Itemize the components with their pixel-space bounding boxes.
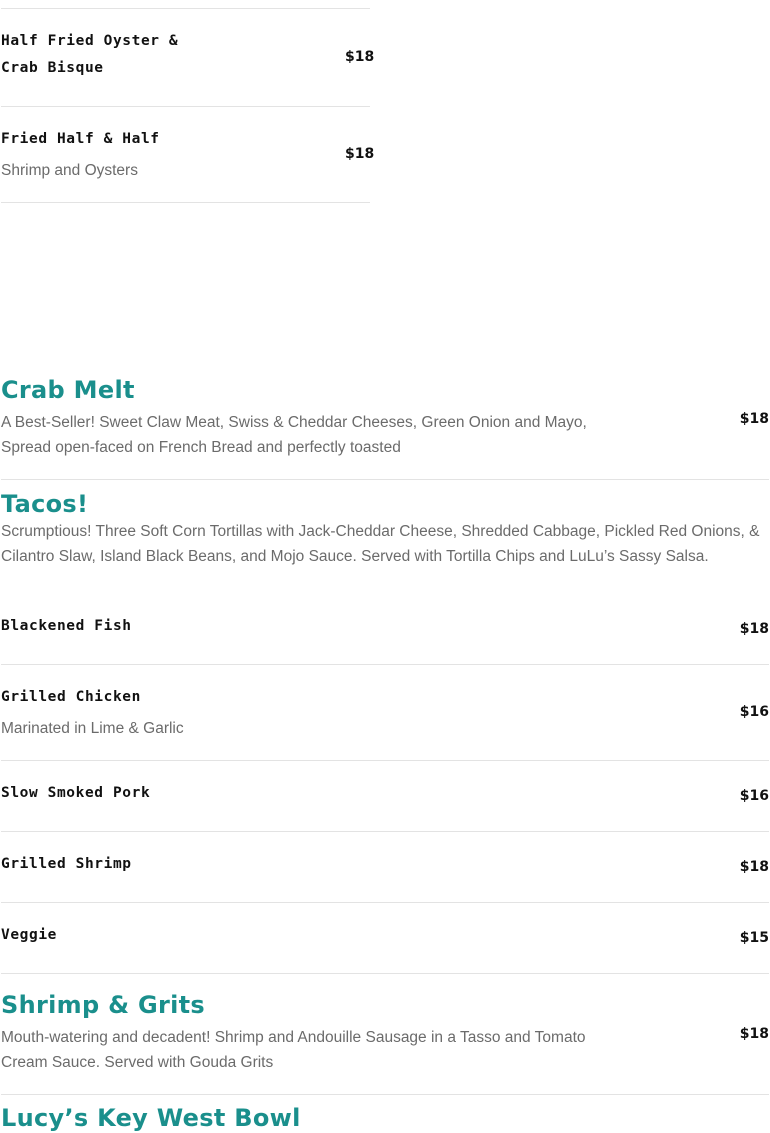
divider (1, 8, 370, 9)
menu-item-price: $18 (345, 146, 375, 162)
section-title-lucys-key-west-bowl: Lucy’s Key West Bowl (1, 1104, 301, 1132)
section-description: A Best-Seller! Sweet Claw Meat, Swiss & … (1, 414, 587, 456)
menu-item-price: $15 (739, 930, 769, 946)
menu-item-price: $18 (739, 859, 769, 875)
menu-item-price: $16 (739, 788, 769, 804)
divider (1, 973, 769, 974)
divider (1, 106, 370, 107)
section-title: Shrimp & Grits (1, 991, 205, 1019)
divider (1, 902, 769, 903)
menu-item-description: Marinated in Lime & Garlic (1, 720, 184, 737)
menu-item-name: Grilled Chicken (1, 689, 141, 705)
menu-item-name: Half Fried Oyster & Crab Bisque (1, 33, 179, 76)
menu-item-price: $18 (739, 621, 769, 637)
menu-item-name: Fried Half & Half (1, 131, 160, 147)
menu-item-name: Veggie (1, 927, 57, 943)
section-description: Mouth-watering and decadent! Shrimp and … (1, 1029, 586, 1071)
menu-item-price: $16 (739, 704, 769, 720)
menu-item-price: $18 (345, 49, 375, 65)
divider (1, 831, 769, 832)
divider (1, 1094, 769, 1095)
divider (1, 479, 769, 480)
menu-item-price: $18 (739, 1026, 769, 1042)
section-title: Tacos! (1, 490, 89, 518)
menu-item-name: Blackened Fish (1, 618, 132, 634)
divider (1, 760, 769, 761)
menu-item-name: Slow Smoked Pork (1, 785, 151, 801)
section-description: Scrumptious! Three Soft Corn Tortillas w… (1, 523, 760, 565)
menu-item-name: Grilled Shrimp (1, 856, 132, 872)
menu-item-price: $18 (739, 411, 769, 427)
section-title: Crab Melt (1, 376, 135, 404)
divider (1, 202, 370, 203)
menu-item-description: Shrimp and Oysters (1, 162, 138, 179)
divider (1, 664, 769, 665)
